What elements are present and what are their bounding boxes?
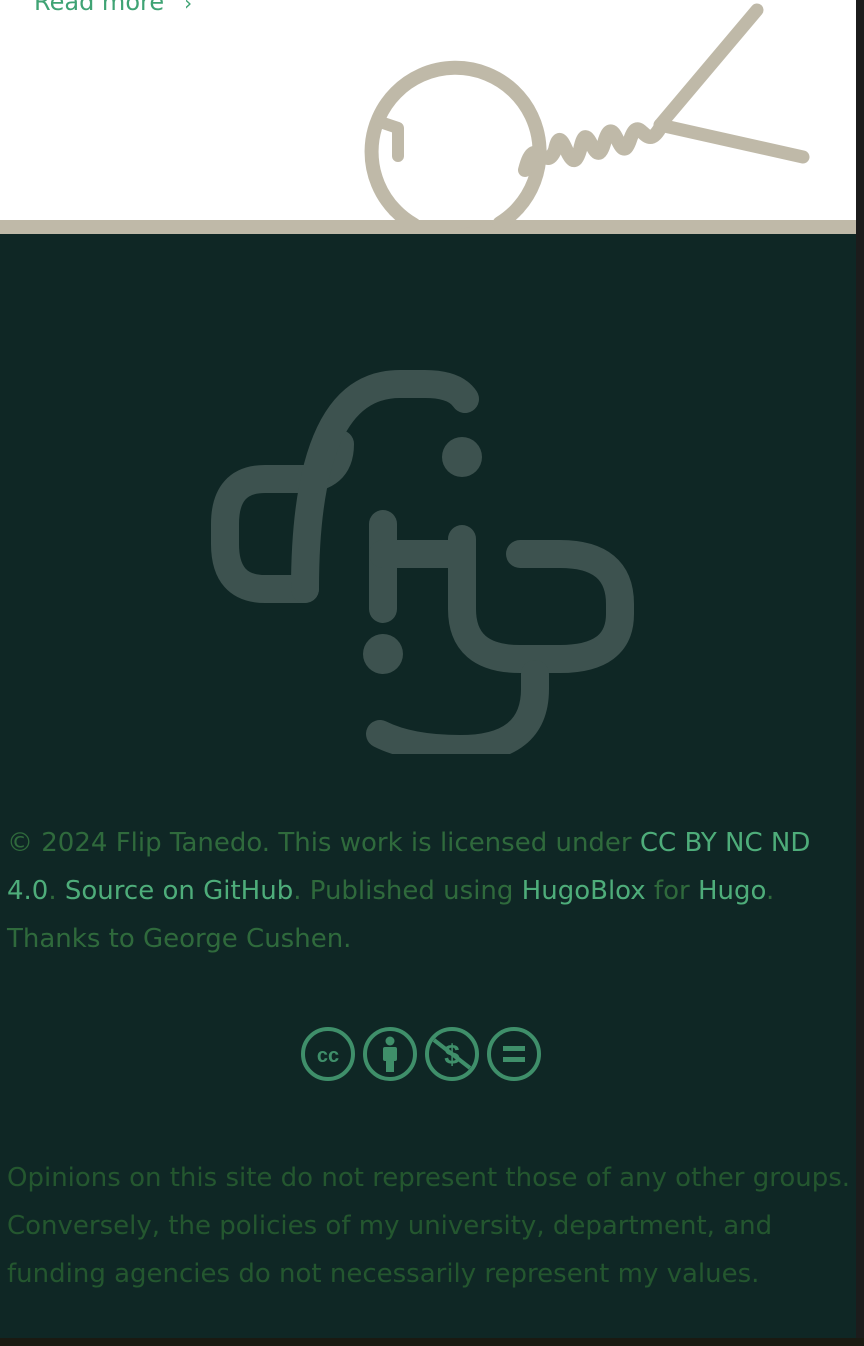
cc-icon: cc xyxy=(301,1027,355,1081)
disclaimer-text: Opinions on this site do not represent t… xyxy=(7,1163,851,1289)
page: Read more › © 2024 Flip Tanedo. This wor… xyxy=(0,0,864,1346)
read-more-link[interactable]: Read more › xyxy=(34,0,192,16)
license-notice: © 2024 Flip Tanedo. This work is license… xyxy=(7,819,852,963)
cc-license-icons[interactable]: cc $ xyxy=(300,1026,542,1082)
svg-text:cc: cc xyxy=(317,1045,339,1067)
hugo-link[interactable]: Hugo xyxy=(698,876,766,906)
separator-text: . xyxy=(48,876,65,906)
flip-logo-icon xyxy=(211,370,634,754)
copyright-text: © 2024 Flip Tanedo. This work is license… xyxy=(7,828,640,858)
site-footer: © 2024 Flip Tanedo. This work is license… xyxy=(0,234,856,1338)
read-more-arrow-icon: › xyxy=(184,0,193,15)
by-icon xyxy=(363,1027,417,1081)
hugoblox-link[interactable]: HugoBlox xyxy=(522,876,646,906)
for-text: for xyxy=(645,876,698,906)
published-text: . Published using xyxy=(293,876,522,906)
bottom-edge xyxy=(0,1338,864,1346)
nd-icon xyxy=(487,1027,541,1081)
nc-icon: $ xyxy=(425,1027,479,1081)
github-source-link[interactable]: Source on GitHub xyxy=(65,876,293,906)
scrollbar-edge xyxy=(856,0,864,1346)
read-more-label: Read more xyxy=(34,0,165,16)
